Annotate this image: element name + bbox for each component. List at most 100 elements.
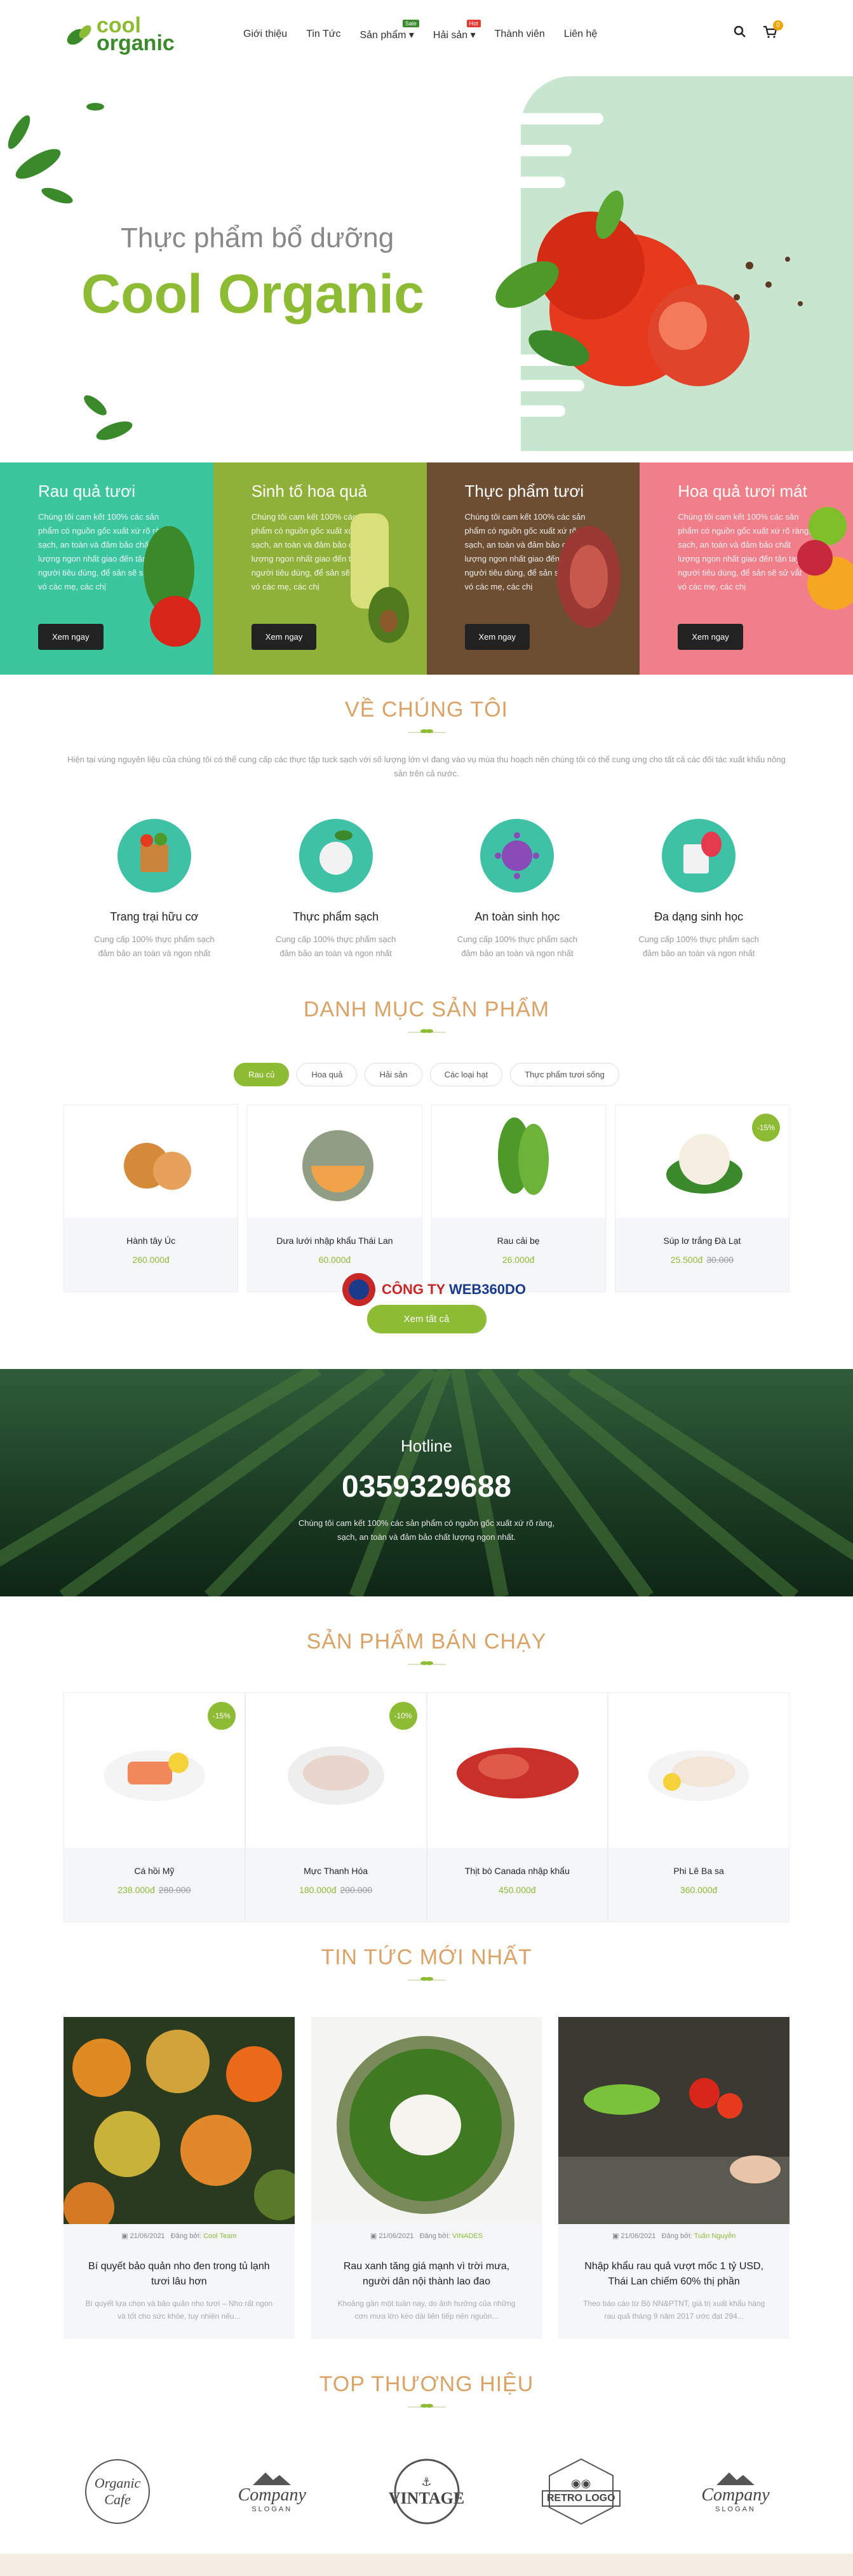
tab-hoa-qua[interactable]: Hoa quả	[297, 1063, 358, 1086]
logo-line2: organic	[97, 31, 175, 55]
category-banner[interactable]: Sinh tố hoa quả Chúng tôi cam kết 100% c…	[213, 462, 427, 675]
product-image[interactable]	[427, 1693, 608, 1848]
feature-text: Cung cấp 100% thực phẩm sạch đảm bảo an …	[638, 934, 759, 958]
feature-title: Trang trại hữu cơ	[110, 910, 199, 923]
product-image[interactable]	[64, 1105, 238, 1218]
section-title: TOP THƯƠNG HIỆU	[319, 2372, 534, 2396]
search-icon[interactable]	[734, 25, 746, 42]
news-by: Đăng bởi:	[661, 2232, 692, 2240]
section-title: TIN TỨC MỚI NHẤT	[321, 1945, 532, 1969]
brand-logo[interactable]: ⚓ VINTAGE	[373, 2457, 481, 2526]
news-date: 21/06/2021	[130, 2232, 165, 2240]
nav-item-gioi-thieu[interactable]: Giới thiệu	[243, 29, 287, 41]
nav-label: Sản phẩm	[359, 30, 406, 41]
product-card[interactable]: -15% Súp lơ trắng Đà Lạt 25.500đ 30.000	[614, 1104, 789, 1292]
product-name[interactable]: Thịt bò Canada nhập khẩu	[427, 1866, 608, 1876]
hotline-title: Hotline	[401, 1436, 452, 1455]
view-now-button[interactable]: Xem ngay	[251, 624, 317, 650]
product-name[interactable]: Mực Thanh Hóa	[246, 1866, 426, 1876]
footer-strip	[0, 2554, 853, 2576]
view-now-button[interactable]: Xem ngay	[464, 624, 530, 650]
nav-item-tin-tuc[interactable]: Tin Tức	[306, 29, 340, 41]
hero-title: Cool Organic	[81, 264, 424, 325]
smoothie-illustration	[350, 513, 409, 643]
brands-section: TOP THƯƠNG HIỆU Organic Cafe Company SLO…	[0, 2339, 853, 2526]
product-name[interactable]: Dưa lưới nhập khẩu Thái Lan	[248, 1236, 421, 1246]
product-card[interactable]: -10% Mực Thanh Hóa 180.000đ 200.000	[245, 1692, 427, 1922]
product-card[interactable]: -15% Cá hồi Mỹ 238.000đ 280.000	[64, 1692, 245, 1922]
nav-label: Hải sản	[433, 30, 468, 41]
news-section: TIN TỨC MỚI NHẤT ▣ 21/06/2021 Đăng bởi: …	[0, 1922, 853, 2339]
category-banner[interactable]: Hoa quả tươi mát Chúng tôi cam kết 100% …	[640, 462, 853, 675]
product-price: 60.000đ	[318, 1255, 351, 1265]
view-now-button[interactable]: Xem ngay	[38, 624, 104, 650]
main-nav: Giới thiệu Tin Tức Sản phẩm ▾ Sale Hải sả…	[243, 20, 598, 41]
about-section: VỀ CHÚNG TÔI Hiện tại vùng nguyên liệu c…	[0, 675, 853, 961]
sale-badge: Sale	[402, 20, 419, 27]
product-name[interactable]: Hành tây Úc	[64, 1236, 238, 1246]
leaf-divider-icon	[407, 1027, 446, 1037]
brand-text: SLOGAN	[715, 2505, 756, 2513]
news-date: 21/06/2021	[621, 2232, 656, 2240]
news-author[interactable]: Tuấn Nguyễn	[694, 2232, 736, 2240]
brand-logo[interactable]: Company SLOGAN	[682, 2457, 789, 2526]
product-price: 238.000đ	[118, 1885, 155, 1895]
brand-logo[interactable]: ◉◉ RETRO LOGO	[527, 2457, 635, 2526]
tab-cac-loai-hat[interactable]: Các loại hạt	[429, 1063, 503, 1086]
product-image[interactable]	[248, 1105, 421, 1218]
product-image[interactable]	[608, 1693, 789, 1848]
product-card[interactable]: Thịt bò Canada nhập khẩu 450.000đ	[426, 1692, 608, 1922]
category-banners: Rau quả tươi Chúng tôi cam kết 100% các …	[0, 462, 853, 675]
hotline-number[interactable]: 0359329688	[0, 1469, 853, 1504]
fruit-illustration	[797, 507, 853, 610]
product-card[interactable]: Phi Lê Ba sa 360.000đ	[608, 1692, 789, 1922]
tab-thuc-pham-tuoi-song[interactable]: Thực phẩm tươi sống	[510, 1063, 619, 1086]
product-card[interactable]: Dưa lưới nhập khẩu Thái Lan 60.000đ	[247, 1104, 422, 1292]
product-name[interactable]: Rau cải bẹ	[432, 1236, 605, 1246]
nav-item-san-pham[interactable]: Sản phẩm ▾ Sale	[359, 20, 419, 41]
news-image[interactable]	[311, 2017, 542, 2224]
leaf-divider-icon	[407, 727, 446, 738]
nav-item-hai-san[interactable]: Hải sản ▾ Hot	[433, 20, 481, 41]
news-card[interactable]: ▣ 21/06/2021 Đăng bởi: Cool Team Bí quyế…	[64, 2017, 295, 2339]
view-all-button[interactable]: Xem tất cả	[366, 1305, 487, 1333]
calendar-icon: ▣	[370, 2232, 379, 2240]
product-price: 360.000đ	[680, 1885, 718, 1895]
news-image[interactable]	[558, 2017, 790, 2224]
category-banner[interactable]: Rau quả tươi Chúng tôi cam kết 100% các …	[0, 462, 213, 675]
product-name[interactable]: Cá hồi Mỹ	[64, 1866, 245, 1876]
news-title[interactable]: Rau xanh tăng giá mạnh vì trời mưa, ngườ…	[311, 2248, 542, 2289]
news-title[interactable]: Nhập khẩu rau quả vượt mốc 1 tỷ USD, Thá…	[558, 2248, 789, 2289]
news-card[interactable]: ▣ 21/06/2021 Đăng bởi: VINADES Rau xanh …	[311, 2017, 542, 2339]
news-author[interactable]: VINADES	[452, 2232, 483, 2240]
news-card[interactable]: ▣ 21/06/2021 Đăng bởi: Tuấn Nguyễn Nhập …	[558, 2017, 790, 2339]
cart-icon[interactable]: 0	[763, 20, 783, 42]
basket-icon	[117, 819, 191, 893]
product-price: 450.000đ	[499, 1885, 536, 1895]
news-image[interactable]	[64, 2017, 295, 2224]
nav-item-thanh-vien[interactable]: Thành viên	[495, 29, 545, 41]
product-card[interactable]: Hành tây Úc 260.000đ	[64, 1104, 239, 1292]
brand-logo[interactable]: Company SLOGAN	[218, 2457, 326, 2526]
news-author[interactable]: Cool Team	[203, 2232, 236, 2240]
mountain-icon	[253, 2472, 292, 2485]
globe-logo-icon	[342, 1273, 375, 1306]
tab-rau-cu[interactable]: Rau củ	[234, 1063, 290, 1086]
brand-logo[interactable]: Organic Cafe	[64, 2457, 171, 2526]
category-banner[interactable]: Thực phẩm tươi Chúng tôi cam kết 100% cá…	[426, 462, 640, 675]
section-title: SẢN PHẨM BÁN CHẠY	[306, 1629, 547, 1654]
tab-hai-san[interactable]: Hải sản	[365, 1063, 422, 1086]
watermark-logo: CÔNG TY WEB360DO	[340, 1271, 526, 1309]
feature-title: Thực phẩm sạch	[293, 910, 379, 923]
nav-item-lien-he[interactable]: Liên hệ	[564, 29, 598, 41]
news-title[interactable]: Bí quyết bảo quản nho đen trong tủ lạnh …	[64, 2248, 295, 2289]
logo[interactable]: cool organic	[64, 15, 175, 55]
product-name[interactable]: Phi Lê Ba sa	[608, 1866, 789, 1876]
brand-text: Company	[701, 2485, 770, 2505]
product-image[interactable]	[432, 1105, 605, 1218]
virus-icon	[480, 819, 554, 893]
product-name[interactable]: Súp lơ trắng Đà Lạt	[615, 1236, 789, 1246]
product-card[interactable]: Rau cải bẹ 26.000đ	[431, 1104, 606, 1292]
view-now-button[interactable]: Xem ngay	[678, 624, 743, 650]
header: cool organic Giới thiệu Tin Tức Sản phẩm…	[0, 0, 853, 75]
